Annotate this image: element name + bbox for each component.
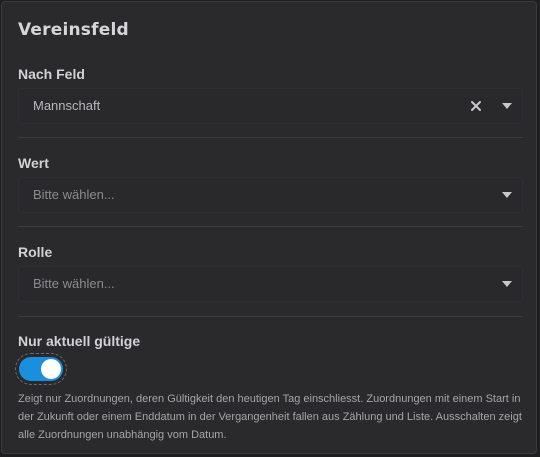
divider bbox=[18, 226, 523, 227]
nach-feld-value: Mannschaft bbox=[33, 98, 101, 113]
close-icon[interactable] bbox=[470, 100, 482, 112]
nur-aktuell-label: Nur aktuell gültige bbox=[18, 333, 141, 349]
vereinsfeld-panel: Vereinsfeld Nach Feld Mannschaft Wert Bi… bbox=[1, 1, 537, 454]
divider bbox=[18, 137, 523, 138]
rolle-select[interactable]: Bitte wählen... bbox=[18, 266, 523, 302]
nach-feld-label: Nach Feld bbox=[18, 66, 85, 82]
wert-placeholder: Bitte wählen... bbox=[33, 187, 115, 202]
rolle-label: Rolle bbox=[18, 244, 53, 260]
panel-title: Vereinsfeld bbox=[18, 20, 129, 40]
nach-feld-select[interactable]: Mannschaft bbox=[18, 88, 523, 124]
caret-down-icon[interactable] bbox=[502, 102, 512, 110]
rolle-placeholder: Bitte wählen... bbox=[33, 276, 115, 291]
toggle-knob bbox=[41, 359, 61, 379]
nur-aktuell-toggle[interactable] bbox=[15, 353, 67, 385]
wert-label: Wert bbox=[18, 155, 49, 171]
caret-down-icon[interactable] bbox=[502, 191, 512, 199]
wert-select[interactable]: Bitte wählen... bbox=[18, 177, 523, 213]
divider bbox=[18, 316, 523, 317]
toggle-track bbox=[19, 357, 63, 381]
toggle-help-text: Zeigt nur Zuordnungen, deren Gültigkeit … bbox=[18, 393, 522, 441]
caret-down-icon[interactable] bbox=[502, 280, 512, 288]
